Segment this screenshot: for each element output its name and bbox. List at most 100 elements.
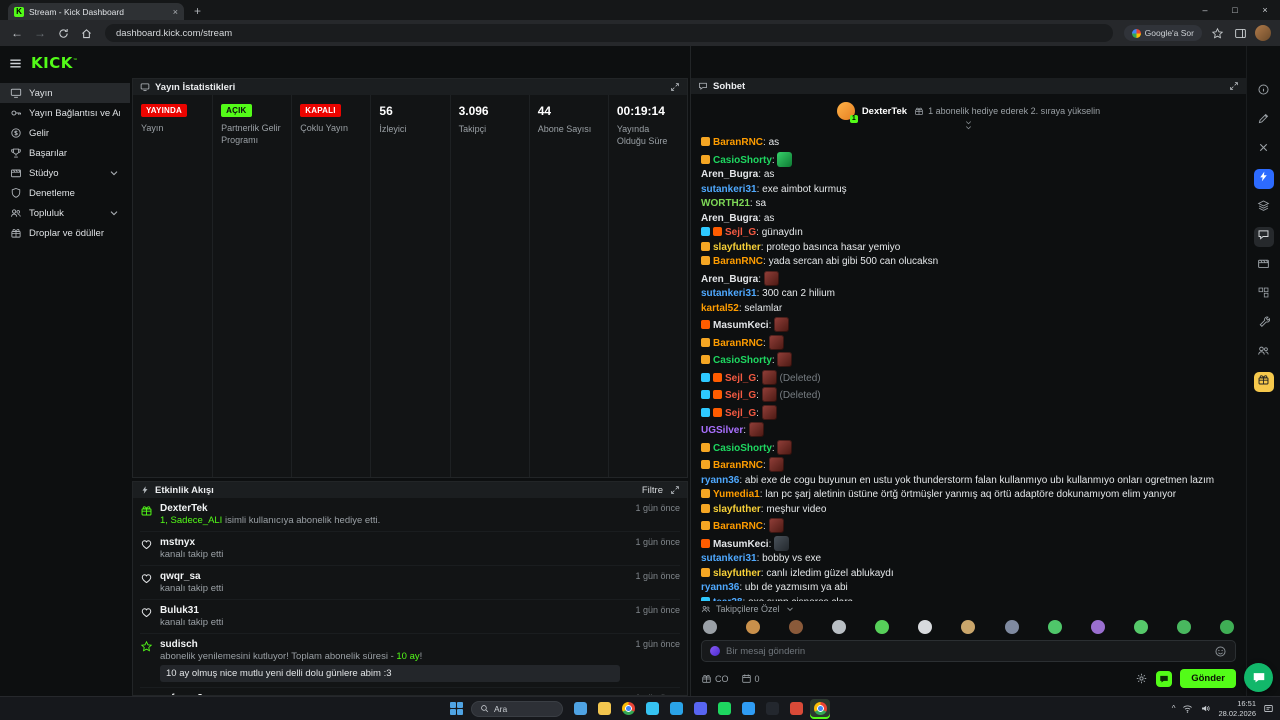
rail-edit-button[interactable] <box>1254 111 1274 131</box>
chat-username[interactable]: ryann36 <box>701 582 739 593</box>
chat-username[interactable]: slayfuther <box>713 504 761 515</box>
reload-button[interactable] <box>55 25 71 41</box>
event-username[interactable]: Buluk31 <box>160 605 620 616</box>
taskbar-file-explorer[interactable] <box>594 699 614 719</box>
emote-icon[interactable] <box>763 270 779 286</box>
side-panel-icon[interactable] <box>1232 25 1248 41</box>
sidebar-item[interactable]: Topluluk <box>0 203 130 223</box>
emote-icon[interactable] <box>761 404 777 420</box>
event-username[interactable]: DexterTek <box>160 503 620 514</box>
kick-logo[interactable]: KICK™ <box>31 56 78 71</box>
emote-icon[interactable] <box>774 535 790 551</box>
window-minimize-button[interactable]: – <box>1190 0 1220 20</box>
quick-emote-icon[interactable] <box>918 620 933 634</box>
send-button[interactable]: Gönder <box>1180 669 1236 688</box>
chat-username[interactable]: UGSilver <box>701 425 743 436</box>
chat-username[interactable]: sutankeri31 <box>701 553 757 564</box>
chat-settings-gear-icon[interactable] <box>1135 672 1148 685</box>
chat-username[interactable]: slayfuther <box>713 568 761 579</box>
rail-info-button[interactable] <box>1254 82 1274 102</box>
quick-emote-icon[interactable] <box>1219 620 1234 634</box>
event-username[interactable]: yefecan2 <box>160 693 620 695</box>
emote-icon[interactable] <box>761 369 777 385</box>
tab-close-icon[interactable]: × <box>173 7 178 17</box>
rail-panels-button[interactable] <box>1254 198 1274 218</box>
browser-profile-avatar[interactable] <box>1255 25 1271 41</box>
chat-username[interactable]: BaranRNC <box>713 338 763 349</box>
taskbar-edge[interactable] <box>642 699 662 719</box>
back-button[interactable]: ← <box>9 25 25 41</box>
chat-username[interactable]: BaranRNC <box>713 256 763 267</box>
taskbar-vscode[interactable] <box>738 699 758 719</box>
chat-username[interactable]: WORTH21 <box>701 198 750 209</box>
sidebar-item[interactable]: Droplar ve ödüller <box>0 223 130 243</box>
chat-username[interactable]: Sejl_G <box>725 373 756 384</box>
emote-icon[interactable] <box>774 317 790 332</box>
expand-icon[interactable] <box>1229 81 1239 91</box>
rail-clips-button[interactable] <box>1254 256 1274 276</box>
rail-boost-button[interactable] <box>1253 169 1274 189</box>
rail-tools-button[interactable] <box>1254 314 1274 334</box>
quick-emote-icon[interactable] <box>746 620 761 634</box>
wifi-icon[interactable] <box>1182 703 1193 714</box>
chat-username[interactable]: MasumKeci <box>713 320 769 331</box>
rail-close-button[interactable] <box>1254 140 1274 160</box>
chat-username[interactable]: BaranRNC <box>713 137 763 148</box>
sidebar-item[interactable]: Yayın <box>0 83 130 103</box>
emote-icon[interactable] <box>768 457 784 472</box>
rail-community-button[interactable] <box>1254 343 1274 363</box>
taskbar-spotify[interactable] <box>714 699 734 719</box>
filter-button[interactable]: Filtre <box>642 485 663 496</box>
window-close-button[interactable]: × <box>1250 0 1280 20</box>
rail-chat-button[interactable] <box>1253 227 1274 247</box>
chat-username[interactable]: Sejl_G <box>725 227 756 238</box>
home-button[interactable] <box>78 25 94 41</box>
taskbar-obs[interactable] <box>762 699 782 719</box>
sidebar-item[interactable]: Stüdyo <box>0 163 130 183</box>
quick-emote-icon[interactable] <box>1090 620 1105 634</box>
chat-username[interactable]: Sejl_G <box>725 408 756 419</box>
rail-rewards-button[interactable] <box>1253 372 1274 392</box>
expand-icon[interactable] <box>670 82 680 92</box>
tray-chevron-icon[interactable]: ^ <box>1172 704 1176 713</box>
menu-hamburger-icon[interactable] <box>8 56 23 71</box>
emote-icon[interactable] <box>768 334 784 350</box>
emote-icon[interactable] <box>777 151 793 167</box>
sidebar-item[interactable]: Denetleme <box>0 183 130 203</box>
bookmark-star-icon[interactable] <box>1209 25 1225 41</box>
event-username[interactable]: qwqr_sa <box>160 571 620 582</box>
chat-username[interactable]: MasumKeci <box>713 539 769 550</box>
browser-tab[interactable]: K Stream - Kick Dashboard × <box>8 3 184 20</box>
taskbar-discord[interactable] <box>690 699 710 719</box>
chat-username[interactable]: BaranRNC <box>713 460 763 471</box>
emote-icon[interactable] <box>777 439 793 455</box>
quick-emote-icon[interactable] <box>961 620 976 634</box>
volume-icon[interactable] <box>1200 703 1211 714</box>
expand-icon[interactable] <box>670 485 680 495</box>
emoji-picker-icon[interactable] <box>1214 645 1227 658</box>
taskbar-security[interactable] <box>786 699 806 719</box>
chat-username[interactable]: Aren_Bugra <box>701 169 758 180</box>
ask-google-button[interactable]: Google'a Sor <box>1123 25 1202 41</box>
chat-username[interactable]: BaranRNC <box>713 521 763 532</box>
chat-username[interactable]: Yumedia1 <box>713 489 760 500</box>
sidebar-item[interactable]: Gelir <box>0 123 130 143</box>
chat-username[interactable]: Aren_Bugra <box>701 274 758 285</box>
chat-username[interactable]: Aren_Bugra <box>701 213 758 224</box>
rail-apps-button[interactable] <box>1254 285 1274 305</box>
event-username[interactable]: mstnyx <box>160 537 620 548</box>
scroll-indicator-icon[interactable] <box>691 121 1246 133</box>
taskbar-search[interactable]: Ara <box>471 700 563 717</box>
taskbar-clock[interactable]: 16:51 28.02.2026 <box>1218 699 1256 719</box>
emote-icon[interactable] <box>761 387 777 402</box>
quick-emote-icon[interactable] <box>1047 620 1062 634</box>
chat-username[interactable]: sutankeri31 <box>701 184 757 195</box>
quick-emote-icon[interactable] <box>1133 620 1148 634</box>
taskbar-task-view[interactable] <box>570 699 590 719</box>
chat-username[interactable]: slayfuther <box>713 242 761 253</box>
followers-only-bar[interactable]: Takipçilere Özel <box>691 601 1246 617</box>
support-chat-fab[interactable] <box>1244 663 1273 692</box>
chat-username[interactable]: Sejl_G <box>725 390 756 401</box>
taskbar-chrome[interactable] <box>618 699 638 719</box>
notification-icon[interactable] <box>1263 703 1274 714</box>
